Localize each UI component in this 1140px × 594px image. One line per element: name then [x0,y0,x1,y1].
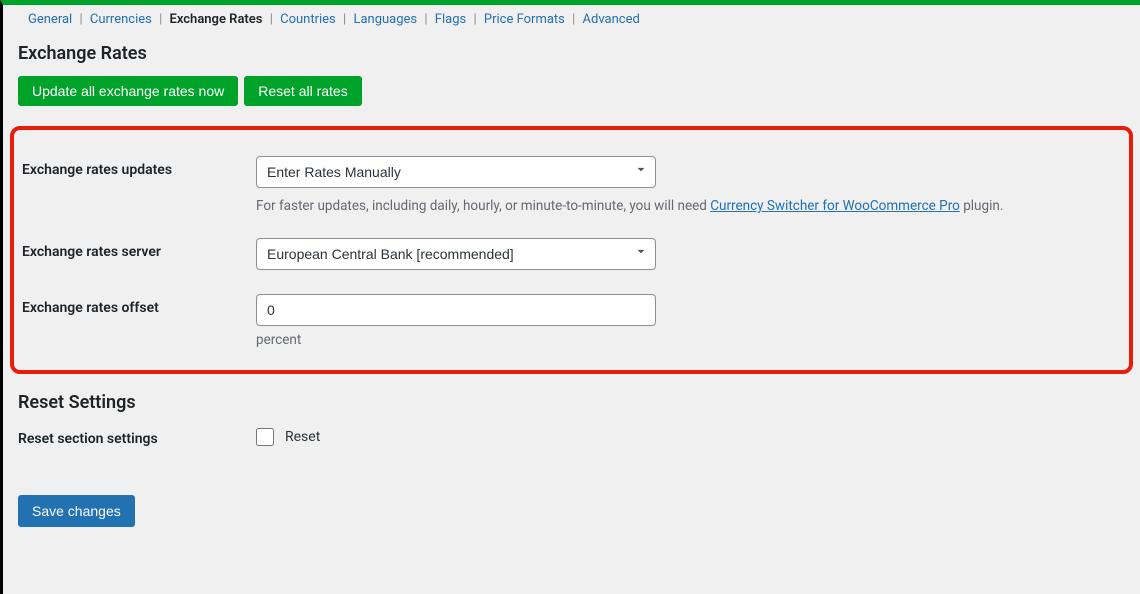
tab-countries[interactable]: Countries [280,12,336,27]
action-buttons: Update all exchange rates now Reset all … [18,76,1125,106]
reset-section-title: Reset Settings [18,392,1125,413]
save-changes-button[interactable]: Save changes [18,495,135,527]
exchange-rates-offset-row: Exchange rates offset percent [22,294,1121,348]
tab-advanced[interactable]: Advanced [583,12,640,27]
reset-section-row: Reset section settings Reset [18,425,1125,449]
pro-plugin-link[interactable]: Currency Switcher for WooCommerce Pro [710,198,960,214]
server-label: Exchange rates server [22,238,256,260]
highlighted-settings-box: Exchange rates updates Enter Rates Manua… [10,126,1133,374]
tab-sep: | [159,12,162,27]
tab-exchange-rates[interactable]: Exchange Rates [170,12,263,27]
reset-section-label: Reset section settings [18,425,252,447]
reset-all-button[interactable]: Reset all rates [244,76,361,106]
tab-sep: | [79,12,82,27]
updates-description: For faster updates, including daily, hou… [256,198,1121,214]
tab-flags[interactable]: Flags [435,12,466,27]
tab-sep: | [572,12,575,27]
tab-price-formats[interactable]: Price Formats [484,12,565,27]
offset-unit: percent [256,332,1121,348]
updates-select[interactable]: Enter Rates Manually [256,156,656,188]
update-all-button[interactable]: Update all exchange rates now [18,76,238,106]
offset-input[interactable] [256,294,656,326]
exchange-rates-updates-row: Exchange rates updates Enter Rates Manua… [22,156,1121,214]
tab-currencies[interactable]: Currencies [90,12,152,27]
tab-sep: | [473,12,476,27]
exchange-rates-server-row: Exchange rates server European Central B… [22,238,1121,270]
settings-page: General | Currencies | Exchange Rates | … [0,0,1140,594]
offset-label: Exchange rates offset [22,294,256,316]
tab-sep: | [343,12,346,27]
reset-checkbox[interactable] [256,428,274,446]
section-title: Exchange Rates [18,43,1125,64]
settings-tabs: General | Currencies | Exchange Rates | … [18,10,1125,29]
server-select[interactable]: European Central Bank [recommended] [256,238,656,270]
reset-checkbox-label: Reset [285,429,320,445]
tab-languages[interactable]: Languages [353,12,417,27]
tab-general[interactable]: General [28,12,72,27]
tab-sep: | [424,12,427,27]
updates-label: Exchange rates updates [22,156,256,178]
tab-sep: | [270,12,273,27]
